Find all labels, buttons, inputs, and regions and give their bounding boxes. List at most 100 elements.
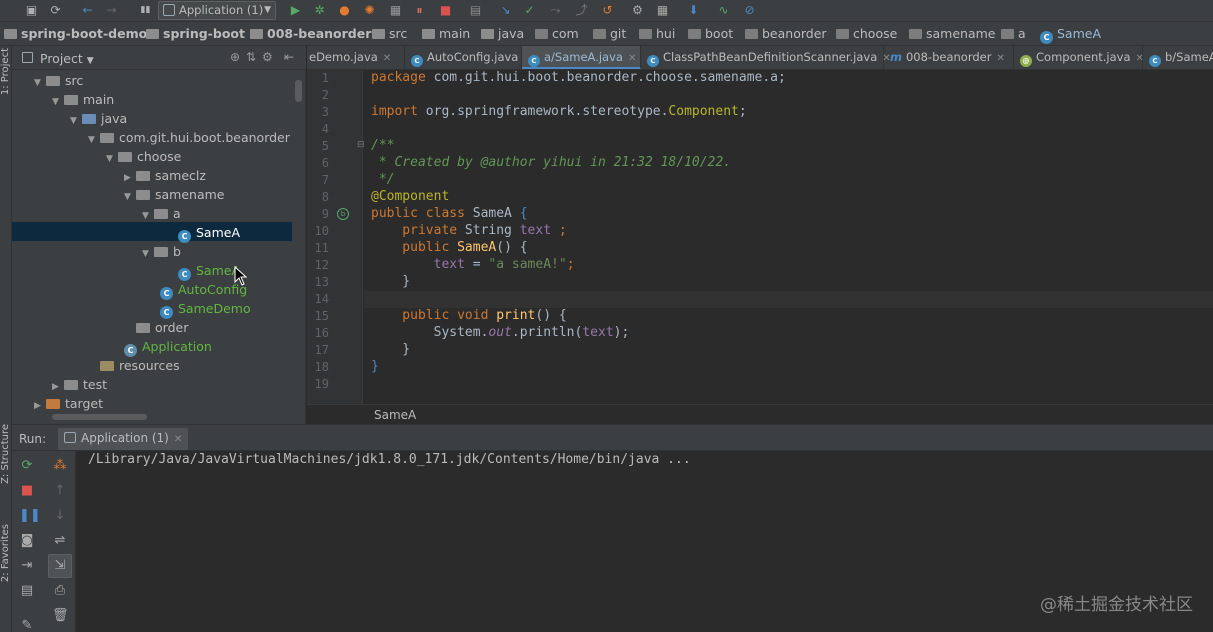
tree-item-a[interactable]: ▼ a [142,204,181,223]
camera-icon[interactable]: ◙ [19,533,35,549]
scroll-from-source-icon[interactable]: ⊕ [230,50,240,64]
commit-icon[interactable]: ✓ [522,3,537,18]
crumb-a[interactable]: a [1001,26,1026,42]
tree-item-samea-selected[interactable]: C SameA [178,223,240,243]
crumb-hui[interactable]: hui [639,26,675,42]
chart-icon[interactable]: ∿ [716,3,731,18]
save-icon[interactable]: ▣ [24,3,39,18]
tab-classpathscanner[interactable]: C ClassPathBeanDefinitionScanner.java ✕ [641,46,891,69]
run-icon[interactable]: ▶ [288,3,303,18]
fold-icon[interactable]: ⊟ [357,140,365,150]
tab-autoconfig[interactable]: CAutoConfig.java✕ [405,46,532,69]
crumb-submodule[interactable]: 008-beanorder [250,26,371,42]
favorites-tool-tab[interactable]: 2: Favorites [0,524,12,582]
stop-icon[interactable]: ■ [438,3,453,18]
debug-icon[interactable]: ✲ [312,3,327,18]
forward-icon[interactable]: → [104,3,119,18]
expanded-arrow-icon[interactable]: ▼ [142,245,154,264]
hide-icon[interactable]: ⇤ [284,50,294,64]
crumb-samename[interactable]: samename [909,26,996,42]
tree-item-resources[interactable]: resources [88,356,180,375]
print-icon[interactable]: ⎙ [52,583,68,599]
expanded-arrow-icon[interactable]: ▼ [124,188,136,207]
structure-tool-tab[interactable]: Z: Structure [0,424,12,484]
profile-icon[interactable]: ✺ [362,3,377,18]
project-structure-icon[interactable]: ▦ [655,3,670,18]
tab-samedemo[interactable]: eDemo.java ✕ [307,46,405,69]
tab-a-samea[interactable]: Ca/SameA.java ✕ [522,46,641,69]
crumb-java[interactable]: java [481,26,524,42]
crumb-samea[interactable]: C SameA [1040,26,1101,44]
expanded-arrow-icon[interactable]: ▼ [52,93,64,112]
tab-b-samea[interactable]: Cb/SameA [1143,46,1213,69]
project-tool-tab[interactable]: 1: Project [0,48,12,95]
crumb-com[interactable]: com [535,26,579,42]
crumb-git[interactable]: git [593,26,626,42]
expanded-arrow-icon[interactable]: ▼ [34,74,46,93]
back-icon[interactable]: ← [80,3,95,18]
tree-item-application[interactable]: C Application [124,337,212,357]
tree-item-sameclz[interactable]: ▶ sameclz [124,166,206,185]
crumb-project[interactable]: spring-boot-demo [4,26,147,42]
crumb-boot[interactable]: boot [688,26,733,42]
tree-vertical-scrollbar[interactable] [295,80,302,102]
tree-item-package-root[interactable]: ▼ com.git.hui.boot.beanorder [88,128,292,147]
layout-icon[interactable]: ▤ [19,583,35,599]
tab-008-beanorder[interactable]: m 008-beanorder ✕ [884,46,1014,69]
soft-wrap-icon[interactable]: ⇌ [52,533,68,549]
pause-icon[interactable]: ⏸ [412,3,427,18]
project-panel-title[interactable]: Project ▼ [40,51,94,66]
scroll-to-end-icon[interactable]: ⇲ [48,554,72,578]
expanded-arrow-icon[interactable]: ▼ [88,131,100,147]
login-icon[interactable]: ⇥ [19,558,35,574]
expanded-arrow-icon[interactable]: ▼ [142,207,154,226]
sdk-icon[interactable]: ⬇ [686,3,701,18]
tree-horizontal-scrollbar[interactable] [52,414,147,420]
editor-breadcrumb-item[interactable]: SameA [374,408,416,422]
reload-icon[interactable]: ▦ [388,3,403,18]
stop-icon[interactable]: ■ [19,483,35,499]
gear-icon[interactable]: ⚙ [262,50,273,64]
settings-icon[interactable]: ⚙ [630,3,645,18]
expanded-arrow-icon[interactable]: ▼ [70,112,82,131]
close-icon[interactable]: ✕ [383,53,391,64]
build-icon[interactable]: ▮▮ [138,3,153,18]
tab-component[interactable]: @ Component.java ✕ [1014,46,1144,69]
sync-icon[interactable]: ⟳ [48,3,63,18]
tree-item-samename[interactable]: ▼ samename [124,185,225,204]
expanded-arrow-icon[interactable]: ▼ [106,150,118,169]
tree-item-java[interactable]: ▼ java [70,109,127,128]
up-icon[interactable]: ↑ [52,483,68,499]
close-icon[interactable]: ✕ [628,53,636,64]
no-icon[interactable]: ⊘ [742,3,757,18]
tree-item-test[interactable]: ▶ test [52,375,107,394]
tree-item-b[interactable]: ▼ b [142,242,181,261]
pin-icon[interactable]: ✎ [19,618,35,632]
coverage-icon[interactable]: ● [337,3,352,18]
compare-icon[interactable]: ⤴ [574,3,589,18]
threads-icon[interactable]: ⁂ [52,458,68,474]
tree-item-order[interactable]: order [124,318,188,337]
tree-item-target[interactable]: ▶ target [34,394,103,413]
tree-item-samedemo[interactable]: C SameDemo [160,299,251,319]
down-icon[interactable]: ↓ [52,508,68,524]
run-configuration-select[interactable]: Application (1) ▼ [158,1,276,20]
update-icon[interactable]: ↘ [498,3,513,18]
vcs-icon[interactable]: ▤ [468,3,483,18]
close-icon[interactable]: ✕ [174,434,182,445]
crumb-module[interactable]: spring-boot [146,26,245,42]
revert-icon[interactable]: ↺ [600,3,615,18]
tree-item-choose[interactable]: ▼ choose [106,147,181,166]
crumb-main[interactable]: main [422,26,470,42]
spring-bean-gutter-icon[interactable]: b [337,208,349,220]
pause-icon[interactable]: ❚❚ [19,508,41,524]
code-editor[interactable]: 1 2 3 4 5 6 7 8 9 10 11 12 13 14 15 16 1… [307,70,1213,404]
collapse-all-icon[interactable]: ⇅ [246,50,256,64]
trash-icon[interactable]: 🗑 [52,608,69,624]
rerun-icon[interactable]: ⟳ [19,458,35,474]
tree-item-samea-b[interactable]: C SameA [178,261,240,281]
tree-item-main[interactable]: ▼ main [52,90,114,109]
crumb-choose[interactable]: choose [836,26,897,42]
close-icon[interactable]: ✕ [996,53,1004,64]
tree-item-src[interactable]: ▼ src [34,71,83,90]
